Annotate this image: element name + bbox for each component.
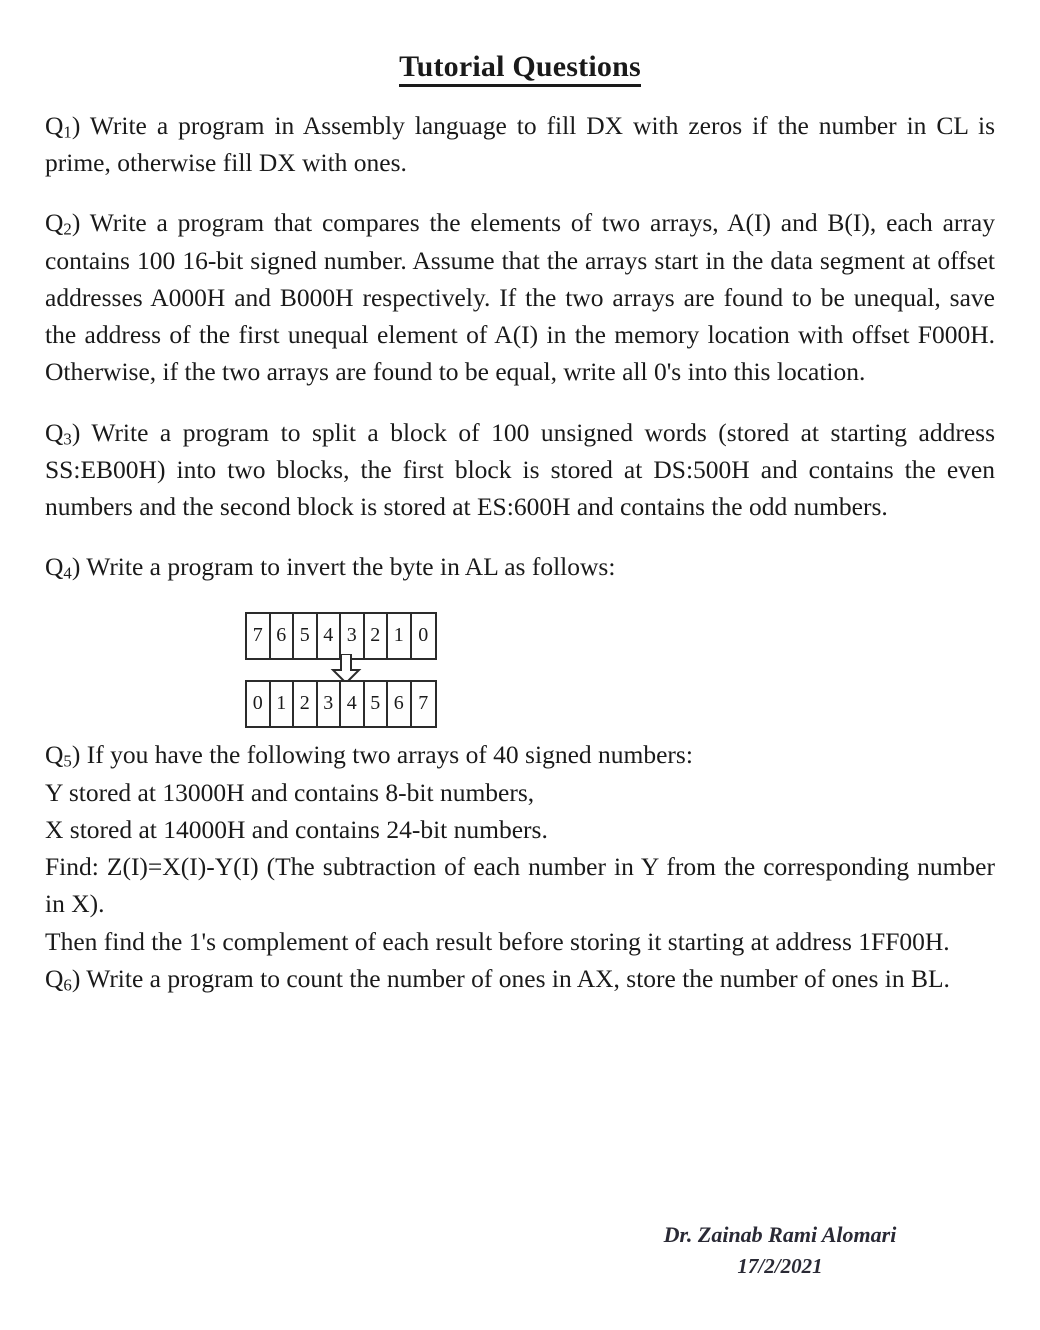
question-q6: Q6) Write a program to count the number … (45, 960, 995, 997)
bit-cell: 3 (318, 682, 341, 727)
question-q1: Q1) Write a program in Assembly language… (45, 107, 995, 181)
question-label-q5: Q5) (45, 740, 81, 772)
signature-date: 17/2/2021 (737, 1253, 823, 1278)
bit-cell: 1 (271, 682, 294, 727)
question-q5-line5: Then find the 1's complement of each res… (45, 926, 950, 956)
bit-cell: 2 (294, 682, 318, 727)
question-label-q6: Q6) (45, 963, 81, 995)
question-text-q1: Write a program in Assembly language to … (45, 111, 995, 178)
question-q3: Q3) Write a program to split a block of … (45, 414, 995, 526)
question-q4: Q4) Write a program to invert the byte i… (45, 548, 995, 585)
question-text-q6: Write a program to count the number of o… (86, 963, 950, 993)
document-page: Tutorial Questions Q1) Write a program i… (0, 50, 1040, 1330)
bit-cell: 4 (341, 682, 365, 727)
question-label-q4: Q4) (45, 552, 81, 583)
question-label-q2: Q2) (45, 208, 81, 240)
question-q2: Q2) Write a program that compares the el… (45, 204, 995, 390)
page-title: Tutorial Questions (45, 50, 995, 87)
question-q5-line3: X stored at 14000H and contains 24-bit n… (45, 814, 548, 844)
bit-cell: 3 (341, 614, 365, 659)
question-q5-line2: Y stored at 13000H and contains 8-bit nu… (45, 777, 535, 807)
question-label-q1: Q1) (45, 111, 81, 142)
bit-cell: 6 (388, 682, 412, 727)
question-text-q4: Write a program to invert the byte in AL… (86, 552, 616, 582)
bit-cell: 7 (247, 614, 271, 659)
question-q5-line4: Find: Z(I)=X(I)-Y(I) (The subtraction of… (45, 852, 995, 919)
bit-inversion-diagram: 7 6 5 4 3 2 1 0 0 1 2 3 4 5 6 7 (45, 612, 995, 729)
bit-cell: 0 (247, 682, 271, 727)
bit-row-source: 7 6 5 4 3 2 1 0 (245, 612, 437, 661)
bit-cell: 5 (294, 614, 318, 659)
bit-cell: 4 (318, 614, 341, 659)
question-q5-intro: Q5) If you have the following two arrays… (45, 736, 995, 773)
bit-cell: 1 (388, 614, 412, 659)
bit-cell: 6 (271, 614, 294, 659)
bit-cell: 2 (365, 614, 388, 659)
question-text-q2: Write a program that compares the elemen… (45, 208, 995, 387)
question-text-q5-line1: If you have the following two arrays of … (86, 740, 693, 770)
question-text-q3: Write a program to split a block of 100 … (45, 417, 995, 521)
bit-cell: 0 (418, 624, 429, 647)
signature-block: Dr. Zainab Rami Alomari 17/2/2021 (565, 1218, 995, 1283)
page-title-text: Tutorial Questions (399, 50, 641, 87)
bit-row-result: 0 1 2 3 4 5 6 7 (245, 680, 437, 729)
signature-name: Dr. Zainab Rami Alomari (663, 1221, 897, 1247)
bit-cell: 7 (418, 692, 429, 715)
question-label-q3: Q3) (45, 417, 81, 449)
bit-cell: 5 (365, 682, 388, 727)
